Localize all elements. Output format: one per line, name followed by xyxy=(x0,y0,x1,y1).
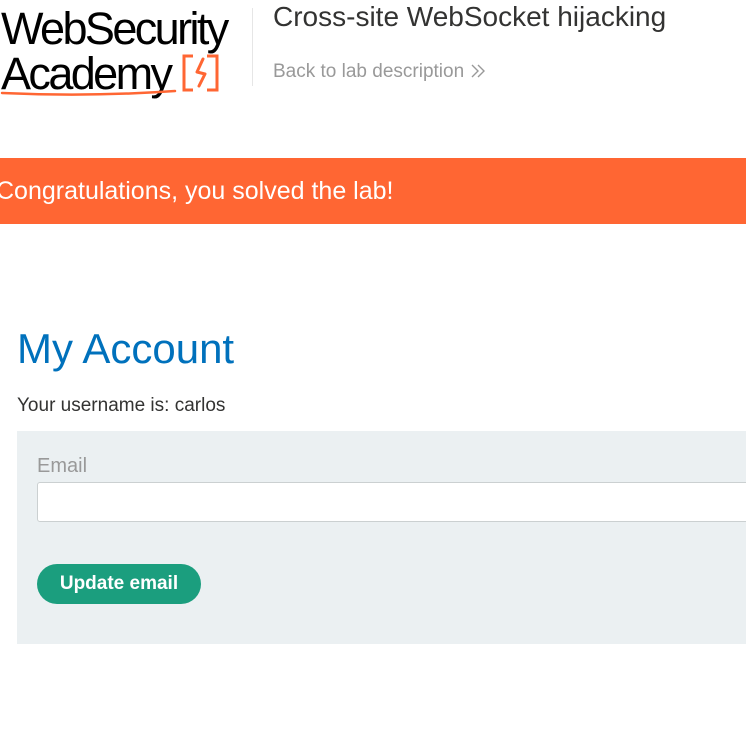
header: WebSecurity Academy Cross-site WebSocket… xyxy=(0,0,746,100)
update-email-button[interactable]: Update email xyxy=(37,564,201,604)
lab-title: Cross-site WebSocket hijacking xyxy=(273,1,667,32)
banner-message: Congratulations, you solved the lab! xyxy=(0,177,394,205)
username-text: Your username is: carlos xyxy=(17,395,226,416)
back-to-lab-description-link[interactable]: Back to lab description xyxy=(273,59,486,85)
double-chevron-right-icon xyxy=(471,64,486,78)
back-link-label: Back to lab description xyxy=(273,61,465,82)
lightning-bracket-icon xyxy=(182,54,219,92)
email-input[interactable] xyxy=(37,482,746,522)
logo-underline xyxy=(0,89,177,96)
web-security-academy-logo[interactable]: WebSecurity Academy xyxy=(0,4,250,98)
header-divider xyxy=(252,8,253,86)
email-label: Email xyxy=(37,455,88,477)
page-title: My Account xyxy=(17,325,235,372)
lab-solved-banner: Congratulations, you solved the lab! xyxy=(0,158,746,224)
logo-text-line1: WebSecurity xyxy=(1,3,229,54)
change-email-form: Email Update email xyxy=(17,431,746,644)
